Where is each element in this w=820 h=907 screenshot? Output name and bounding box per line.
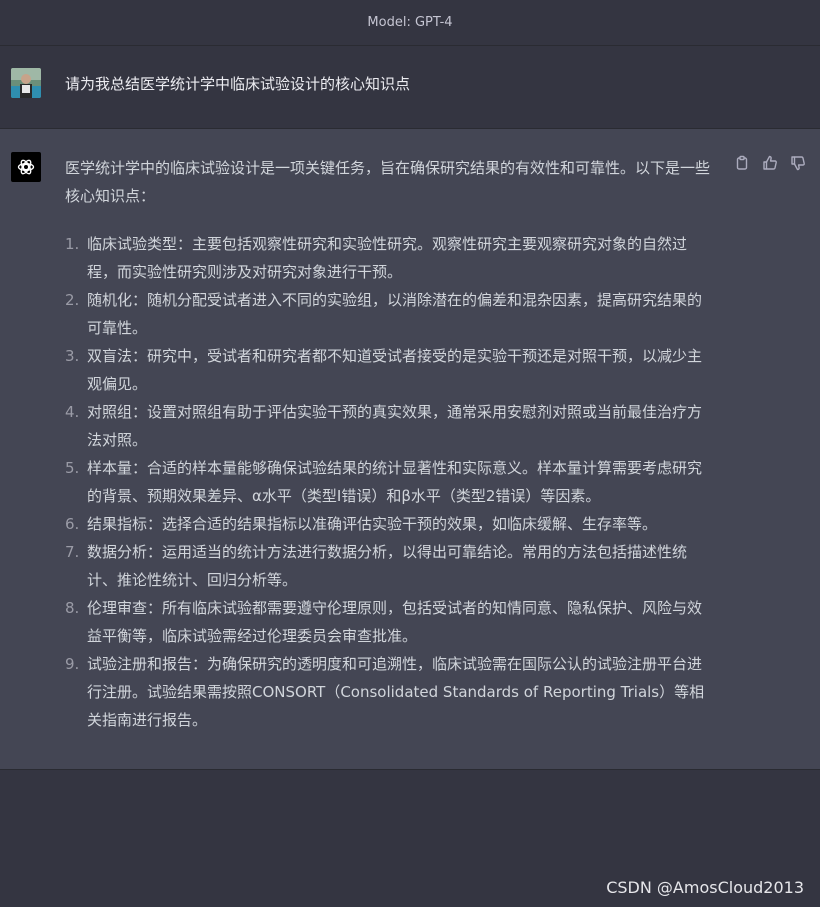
list-item: 2. 随机化：随机分配受试者进入不同的实验组，以消除潜在的偏差和混杂因素，提高研究… xyxy=(65,286,715,342)
key-points-list: 1. 临床试验类型：主要包括观察性研究和实验性研究。观察性研究主要观察研究对象的自… xyxy=(65,230,715,734)
user-message: 请为我总结医学统计学中临床试验设计的核心知识点 xyxy=(0,46,820,129)
list-number: 3. xyxy=(65,347,80,365)
thumbs-down-icon[interactable] xyxy=(790,155,806,171)
list-item: 3. 双盲法：研究中，受试者和研究者都不知道受试者接受的是实验干预还是对照干预，以… xyxy=(65,342,715,398)
message-actions xyxy=(734,155,806,171)
list-item: 4. 对照组：设置对照组有助于评估实验干预的真实效果，通常采用安慰剂对照或当前最佳… xyxy=(65,398,715,454)
list-item-text: 双盲法：研究中，受试者和研究者都不知道受试者接受的是实验干预还是对照干预，以减少… xyxy=(87,347,703,393)
list-number: 1. xyxy=(65,235,80,253)
list-item-text: 随机化：随机分配受试者进入不同的实验组，以消除潜在的偏差和混杂因素，提高研究结果… xyxy=(87,291,703,337)
list-number: 9. xyxy=(65,655,80,673)
model-header: Model: GPT-4 xyxy=(0,0,820,46)
copy-icon[interactable] xyxy=(734,155,750,171)
list-item-text: 结果指标：选择合适的结果指标以准确评估实验干预的效果，如临床缓解、生存率等。 xyxy=(87,515,658,533)
list-item: 5. 样本量：合适的样本量能够确保试验结果的统计显著性和实际意义。样本量计算需要考… xyxy=(65,454,715,510)
assistant-message: 医学统计学中的临床试验设计是一项关键任务，旨在确保研究结果的有效性和可靠性。以下… xyxy=(0,129,820,770)
thumbs-up-icon[interactable] xyxy=(762,155,778,171)
openai-logo-icon xyxy=(11,152,41,182)
list-number: 2. xyxy=(65,291,80,309)
list-item-text: 伦理审查：所有临床试验都需要遵守伦理原则，包括受试者的知情同意、隐私保护、风险与… xyxy=(87,599,703,645)
list-number: 5. xyxy=(65,459,80,477)
user-avatar xyxy=(11,68,41,98)
list-item-text: 试验注册和报告：为确保研究的透明度和可追溯性，临床试验需在国际公认的试验注册平台… xyxy=(87,655,705,729)
list-item: 1. 临床试验类型：主要包括观察性研究和实验性研究。观察性研究主要观察研究对象的自… xyxy=(65,230,715,286)
list-number: 6. xyxy=(65,515,80,533)
list-item-text: 样本量：合适的样本量能够确保试验结果的统计显著性和实际意义。样本量计算需要考虑研… xyxy=(87,459,703,505)
list-item-text: 数据分析：运用适当的统计方法进行数据分析，以得出可靠结论。常用的方法包括描述性统… xyxy=(87,543,688,589)
list-item-text: 对照组：设置对照组有助于评估实验干预的真实效果，通常采用安慰剂对照或当前最佳治疗… xyxy=(87,403,703,449)
list-number: 7. xyxy=(65,543,80,561)
assistant-response: 医学统计学中的临床试验设计是一项关键任务，旨在确保研究结果的有效性和可靠性。以下… xyxy=(65,154,715,734)
list-number: 4. xyxy=(65,403,80,421)
list-item: 6. 结果指标：选择合适的结果指标以准确评估实验干预的效果，如临床缓解、生存率等。 xyxy=(65,510,715,538)
list-item: 7. 数据分析：运用适当的统计方法进行数据分析，以得出可靠结论。常用的方法包括描述… xyxy=(65,538,715,594)
list-number: 8. xyxy=(65,599,80,617)
user-message-text: 请为我总结医学统计学中临床试验设计的核心知识点 xyxy=(65,75,411,93)
list-item-text: 临床试验类型：主要包括观察性研究和实验性研究。观察性研究主要观察研究对象的自然过… xyxy=(87,235,688,281)
response-intro: 医学统计学中的临床试验设计是一项关键任务，旨在确保研究结果的有效性和可靠性。以下… xyxy=(65,159,711,205)
model-label: Model: GPT-4 xyxy=(367,15,453,30)
list-item: 9. 试验注册和报告：为确保研究的透明度和可追溯性，临床试验需在国际公认的试验注册… xyxy=(65,650,715,734)
list-item: 8. 伦理审查：所有临床试验都需要遵守伦理原则，包括受试者的知情同意、隐私保护、风… xyxy=(65,594,715,650)
watermark: CSDN @AmosCloud2013 xyxy=(606,878,804,897)
